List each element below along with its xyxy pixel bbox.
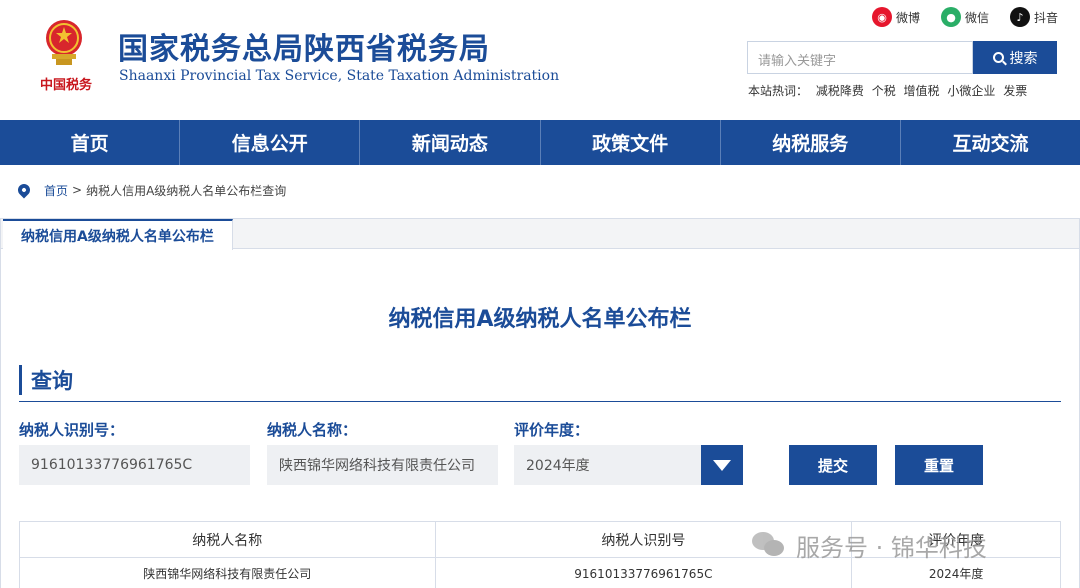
search-icon [992,52,1004,63]
taxpayer-name-label: 纳税人名称： [267,421,358,439]
site-title-cn[interactable]: 国家税务总局陕西省税务局 [118,24,490,68]
submit-button[interactable]: 提交 [789,445,877,485]
nav-item-policy[interactable]: 政策文件 [541,120,721,165]
hot-words: 本站热词： 减税降费 个税 增值税 小微企业 发票 [748,82,1031,99]
site-header: 中国税务 国家税务总局陕西省税务局 Shaanxi Provincial Tax… [0,0,1080,120]
logo-script-text: 中国税务 [40,78,93,93]
query-divider [19,401,1061,402]
chevron-down-icon [713,459,731,471]
wechat-icon: ● [941,7,961,27]
breadcrumb: 首页 > 纳税人信用A级纳税人名单公布栏查询 [15,180,287,200]
hot-word-link[interactable]: 增值税 [904,84,940,98]
search-input[interactable]: 请输入关键字 [747,41,973,74]
tab-a-level-list[interactable]: 纳税信用A级纳税人名单公布栏 [3,219,233,250]
hot-word-link[interactable]: 发票 [1003,84,1027,98]
reset-button[interactable]: 重置 [895,445,983,485]
year-label: 评价年度： [514,421,590,439]
hot-words-label: 本站热词： [748,84,809,98]
nav-item-interaction[interactable]: 互动交流 [901,120,1080,165]
douyin-label: 抖音 [1034,10,1059,25]
page-title: 纳税信用A级纳税人名单公布栏 [388,307,692,332]
main-nav: 首页 信息公开 新闻动态 政策文件 纳税服务 互动交流 [0,120,1080,165]
search-button[interactable]: 搜索 [973,41,1057,74]
taxpayer-id-label: 纳税人识别号： [19,421,125,439]
year-select[interactable]: 2024年度 [514,445,701,485]
nav-item-home[interactable]: 首页 [0,120,181,165]
cell-taxpayer-name: 陕西锦华网络科技有限责任公司 [19,557,436,588]
douyin-link[interactable]: ♪ 抖音 [1010,6,1058,28]
national-emblem-icon [46,20,82,65]
breadcrumb-current: 纳税人信用A级纳税人名单公布栏查询 [86,183,287,198]
cell-taxpayer-id: 91610133776961765C [434,557,853,588]
hot-word-link[interactable]: 小微企业 [947,84,995,98]
hot-word-link[interactable]: 个税 [872,84,896,98]
query-heading: 查询 [19,365,73,395]
column-header-name: 纳税人名称 [19,521,436,558]
watermark: 服务号 · 锦华科技 [752,528,987,562]
weibo-icon: ◉ [872,7,892,27]
location-pin-icon [15,181,33,199]
hot-word-link[interactable]: 减税降费 [816,84,864,98]
search-button-label: 搜索 [1009,50,1038,67]
year-select-dropdown-button[interactable] [701,445,743,485]
breadcrumb-home-link[interactable]: 首页 [44,182,68,199]
taxpayer-id-field[interactable]: 91610133776961765C [19,445,250,485]
nav-item-news[interactable]: 新闻动态 [360,120,541,165]
douyin-icon: ♪ [1010,7,1030,27]
weibo-link[interactable]: ◉ 微博 [872,6,920,28]
nav-item-info-disclosure[interactable]: 信息公开 [180,120,361,165]
wechat-label: 微信 [965,10,990,25]
taxpayer-name-field[interactable]: 陕西锦华网络科技有限责任公司 [267,445,498,485]
wechat-bubble-icon [752,532,786,558]
weibo-label: 微博 [896,10,921,25]
breadcrumb-separator: > [72,183,83,197]
tab-bar: 纳税信用A级纳税人名单公布栏 [1,219,1079,250]
site-title-en: Shaanxi Provincial Tax Service, State Ta… [119,68,560,84]
nav-item-tax-service[interactable]: 纳税服务 [721,120,901,165]
watermark-text: 服务号 · 锦华科技 [796,533,987,562]
wechat-link[interactable]: ● 微信 [941,6,989,28]
